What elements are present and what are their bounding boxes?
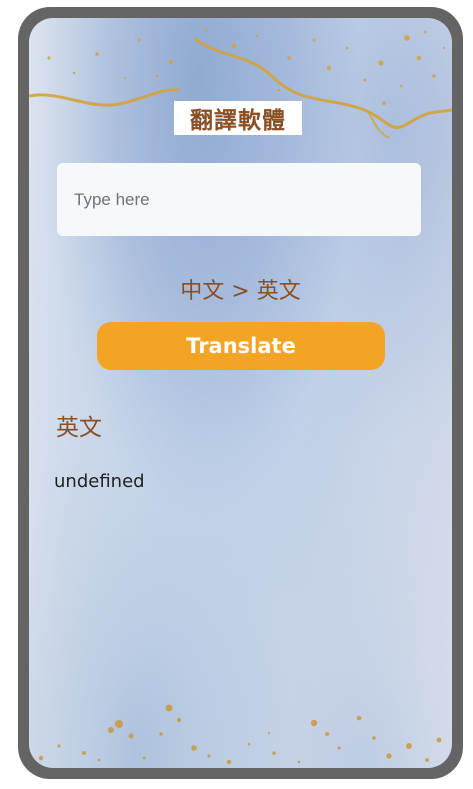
app-title: 翻譯軟體	[174, 101, 302, 135]
result-text: undefined	[54, 471, 145, 492]
translation-input[interactable]	[57, 163, 421, 236]
translate-button[interactable]: Translate	[97, 322, 385, 370]
result-heading: 英文	[56, 415, 102, 441]
language-direction-label: 中文 > 英文	[180, 279, 301, 304]
phone-frame: 翻譯軟體 中文 > 英文 Translate 英文 undefined	[18, 7, 463, 779]
app-screen: 翻譯軟體 中文 > 英文 Translate 英文 undefined	[29, 18, 452, 768]
